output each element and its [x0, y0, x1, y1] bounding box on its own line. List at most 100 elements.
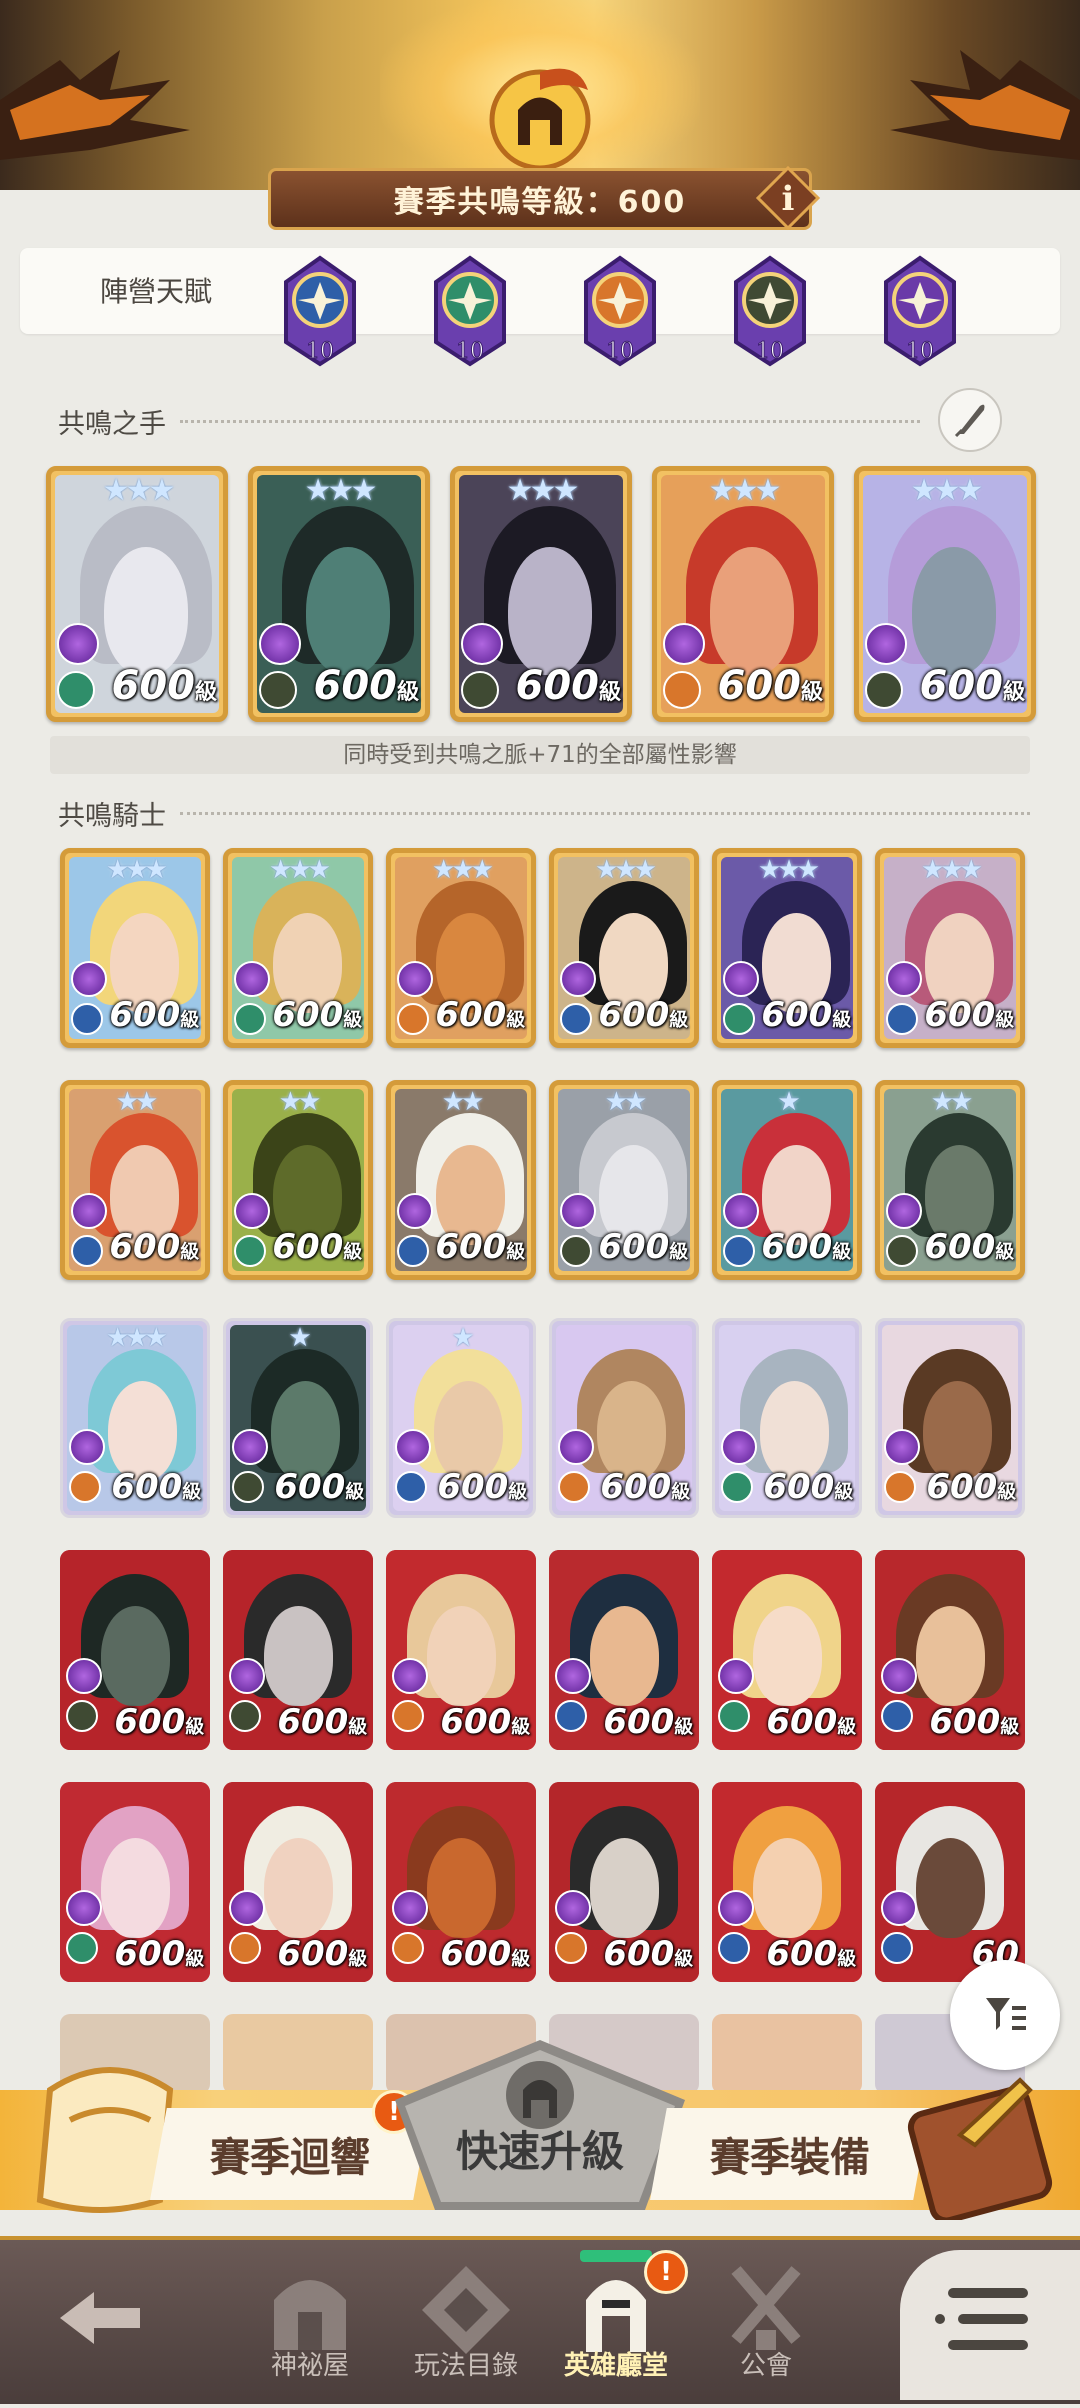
class-icon	[234, 1003, 266, 1035]
nav-label: 玩法目錄	[413, 2351, 518, 2381]
hero-card[interactable]: ★★★ 600級	[450, 466, 632, 722]
faction-icon	[886, 961, 922, 997]
faction-icon	[397, 961, 433, 997]
section-divider	[180, 420, 920, 423]
hero-card[interactable]	[223, 2014, 373, 2094]
hero-card[interactable]: 600級	[712, 1550, 862, 1750]
hero-level-unit: 級	[506, 1010, 525, 1031]
hero-card[interactable]: ★ 600級	[712, 1080, 862, 1280]
hero-card[interactable]: 60	[875, 1782, 1025, 1982]
class-icon	[555, 1932, 587, 1964]
hero-level-number: 600	[277, 1702, 349, 1742]
faction-talent-badge[interactable]: 10	[270, 252, 370, 370]
hero-card[interactable]: ★★★ 600級	[46, 466, 228, 722]
hero-level-unit: 級	[997, 1482, 1016, 1503]
hero-card[interactable]: 600級	[549, 1550, 699, 1750]
faction-icon	[392, 1890, 428, 1926]
faction-talent-badge[interactable]: 10	[420, 252, 520, 370]
hero-card[interactable]: 600級	[223, 1550, 373, 1750]
hero-level-unit: 級	[194, 680, 217, 705]
hero-card[interactable]: 600級	[223, 1782, 373, 1982]
hero-card[interactable]: 600級	[60, 1550, 210, 1750]
hero-card[interactable]: 600級	[712, 1782, 862, 1982]
hero-card[interactable]: ★★★ 600級	[549, 848, 699, 1048]
nav-mystery-house[interactable]: 神祕屋	[240, 2240, 380, 2404]
faction-talent-badge[interactable]: 10	[720, 252, 820, 370]
hero-card[interactable]: ★ 600級	[223, 1318, 373, 1518]
hero-level-number: 600	[274, 1467, 346, 1507]
hero-card[interactable]: ★★★ 600級	[875, 848, 1025, 1048]
hero-level-unit: 級	[995, 1010, 1014, 1031]
hero-level-number: 600	[277, 1934, 349, 1974]
class-icon	[558, 1471, 590, 1503]
class-icon	[461, 671, 499, 709]
star-rating: ★★★	[102, 473, 176, 508]
hero-level-unit: 級	[800, 680, 823, 705]
hero-card[interactable]: 600級	[712, 1318, 862, 1518]
hero-card[interactable]: ★ 600級	[386, 1318, 536, 1518]
nav-game-catalog[interactable]: 玩法目錄	[396, 2240, 536, 2404]
badge-level: 10	[306, 339, 334, 364]
hero-level: 600級	[435, 1227, 525, 1267]
hero-card[interactable]: ★★ 600級	[875, 1080, 1025, 1280]
edit-button[interactable]	[938, 388, 1002, 452]
back-arrow-icon	[60, 2292, 140, 2344]
class-icon	[71, 1235, 103, 1267]
faction-icon	[884, 1429, 920, 1465]
hero-card[interactable]: ★★★ 600級	[223, 848, 373, 1048]
star-rating: ★★★	[921, 855, 983, 885]
faction-icon	[234, 961, 270, 997]
nav-label: 公會	[739, 2351, 792, 2381]
hero-card[interactable]: 600級	[60, 1782, 210, 1982]
hero-card[interactable]: ★★ 600級	[549, 1080, 699, 1280]
hero-card[interactable]: 600級	[386, 1550, 536, 1750]
hero-card[interactable]: 600級	[549, 1318, 699, 1518]
hero-level-unit: 級	[185, 1717, 204, 1738]
quill-icon	[954, 404, 985, 438]
class-icon	[560, 1235, 592, 1267]
hero-level-unit: 級	[674, 1949, 693, 1970]
faction-talent-badge[interactable]: 10	[870, 252, 970, 370]
hero-level-unit: 級	[185, 1949, 204, 1970]
hero-card[interactable]: ★★★ 600級	[60, 848, 210, 1048]
faction-talent-badge[interactable]: 10	[570, 252, 670, 370]
hero-card[interactable]: ★★ 600級	[60, 1080, 210, 1280]
faction-icon	[560, 1193, 596, 1229]
hero-card[interactable]: 600級	[875, 1318, 1025, 1518]
quick-level-label: 快速升級	[455, 2126, 624, 2176]
class-icon	[865, 671, 903, 709]
hero-card[interactable]: ★★★ 600級	[248, 466, 430, 722]
hero-card[interactable]: ★★★ 600級	[60, 1318, 210, 1518]
hero-level-number: 600	[603, 1702, 675, 1742]
star-rating: ★★★	[758, 855, 820, 885]
nav-label: 英雄廳堂	[563, 2351, 668, 2381]
star-rating: ★★	[278, 1087, 322, 1117]
hero-level: 600級	[761, 995, 851, 1035]
hero-card[interactable]: ★★★ 600級	[386, 848, 536, 1048]
hero-card[interactable]: ★★★ 600級	[652, 466, 834, 722]
menu-button[interactable]	[900, 2250, 1080, 2400]
info-icon[interactable]: i	[755, 165, 821, 231]
season-gear-button[interactable]: 賽季裝備	[650, 2108, 930, 2200]
hero-card[interactable]: ★★★ 600級	[712, 848, 862, 1048]
star-rating: ★★★	[432, 855, 494, 885]
hero-card[interactable]: ★★ 600級	[386, 1080, 536, 1280]
hero-card[interactable]: 600級	[875, 1550, 1025, 1750]
nav-guild[interactable]: 公會	[696, 2240, 836, 2404]
nav-back[interactable]	[30, 2240, 170, 2404]
faction-icon	[234, 1193, 270, 1229]
hero-level: 600級	[274, 1467, 364, 1507]
hero-card[interactable]: 600級	[549, 1782, 699, 1982]
badge-level: 10	[906, 339, 934, 364]
hero-card[interactable]: 600級	[386, 1782, 536, 1982]
faction-talent-label: 陣營天賦	[100, 275, 213, 308]
hero-level-number: 600	[109, 1227, 181, 1267]
hero-card[interactable]	[712, 2014, 862, 2094]
class-icon	[663, 671, 701, 709]
hero-card[interactable]: ★★ 600級	[223, 1080, 373, 1280]
class-icon	[229, 1932, 261, 1964]
hero-card[interactable]: ★★★ 600級	[854, 466, 1036, 722]
class-icon	[395, 1471, 427, 1503]
hero-level-unit: 級	[669, 1242, 688, 1263]
hero-level-unit: 級	[671, 1482, 690, 1503]
